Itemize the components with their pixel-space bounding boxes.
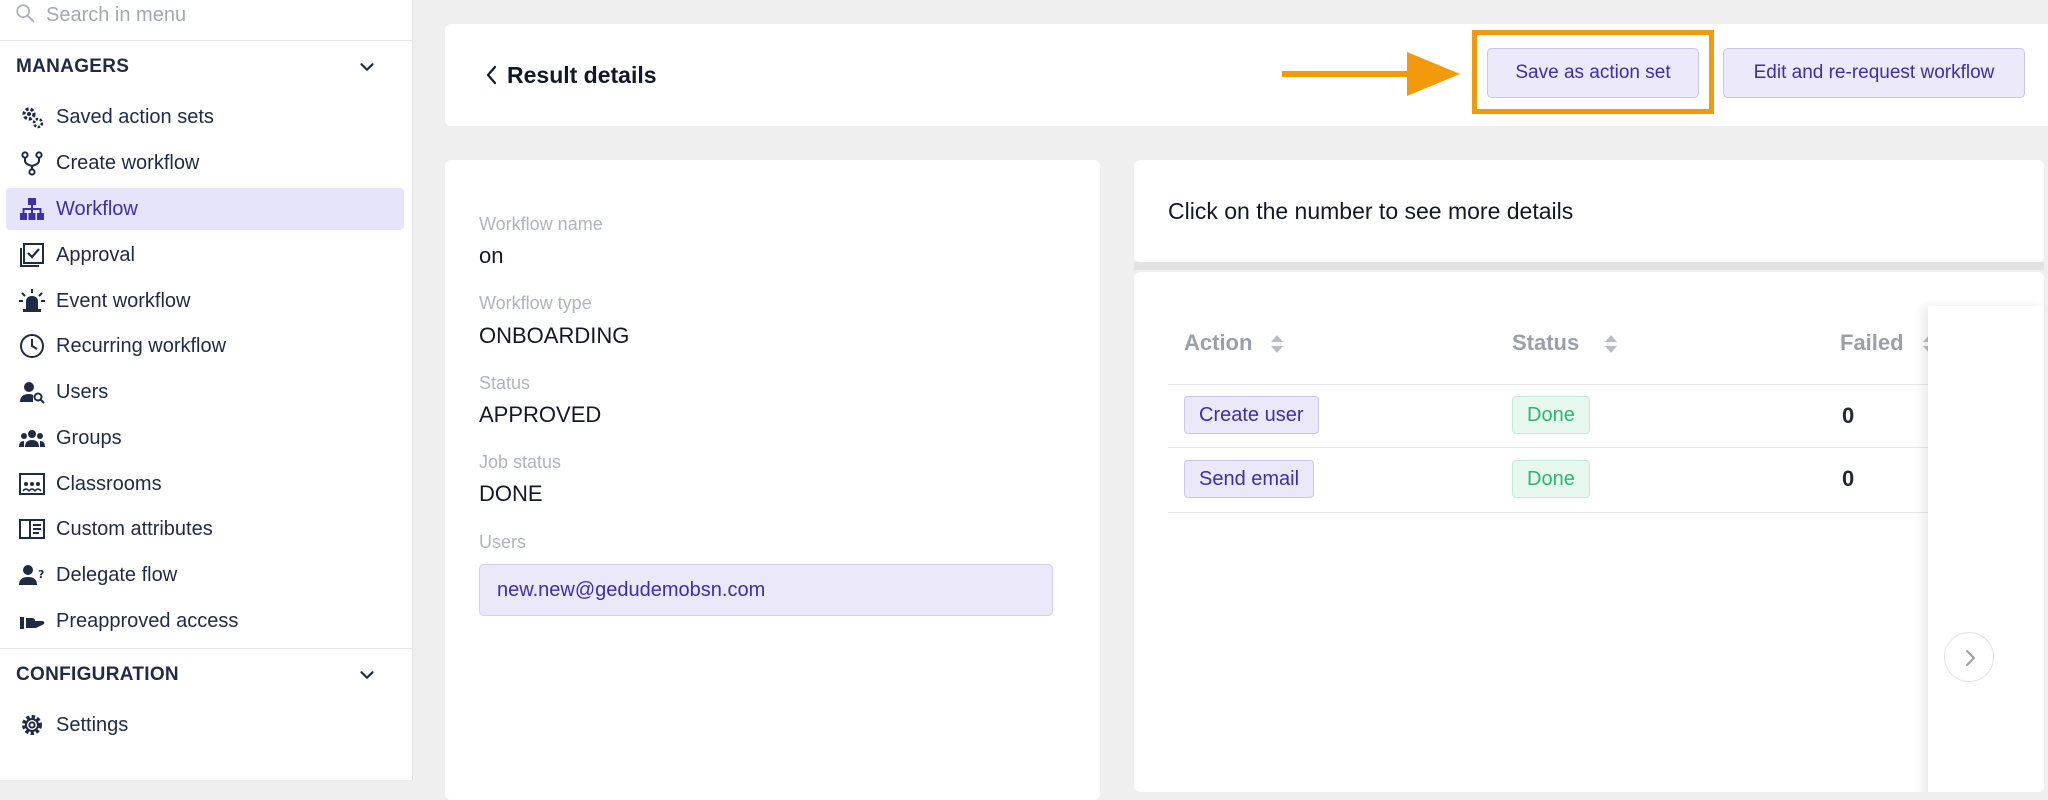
- hierarchy-icon: [20, 198, 44, 220]
- workflow-type-label: Workflow type: [479, 293, 592, 313]
- alarm-icon: [19, 289, 45, 312]
- sidebar-item-users[interactable]: Users: [6, 371, 404, 413]
- job-status-label: Job status: [479, 452, 562, 472]
- action-tag-create-user[interactable]: Create user: [1184, 396, 1319, 434]
- details-card: Workflow name on Workflow type ONBOARDIN…: [445, 160, 1100, 800]
- chevron-down-icon[interactable]: [356, 664, 378, 686]
- card-separator: [1134, 262, 2044, 270]
- row-divider: [1168, 447, 2044, 448]
- hand-icon: [20, 617, 45, 629]
- next-page-button[interactable]: [1944, 632, 1994, 682]
- chevron-down-icon[interactable]: [356, 56, 378, 78]
- results-table: Action Status Failed Create user Done 0 …: [1134, 272, 2044, 792]
- section-managers[interactable]: MANAGERS: [0, 42, 412, 92]
- sidebar-item-label: Approval: [56, 243, 135, 266]
- status-badge: Done: [1512, 460, 1590, 498]
- sidebar-item-label: Delegate flow: [56, 563, 178, 586]
- gear-icon: [22, 715, 42, 735]
- failed-count[interactable]: 0: [1842, 466, 1854, 492]
- status-value: APPROVED: [479, 402, 602, 427]
- workflow-name-value: on: [479, 243, 504, 268]
- user-email: new.new@gedudemobsn.com: [497, 579, 766, 601]
- sidebar-item-create-workflow[interactable]: Create workflow: [6, 142, 404, 184]
- sidebar-item-custom-attributes[interactable]: Custom attributes: [6, 508, 404, 550]
- edit-and-rerequest-button[interactable]: Edit and re-request workflow: [1723, 48, 2025, 98]
- attributes-icon: [19, 519, 45, 539]
- job-status-value: DONE: [479, 481, 543, 506]
- header-card: Result details Save as action set Edit a…: [445, 24, 2048, 126]
- approval-icon: [20, 243, 44, 267]
- sidebar-item-label: Recurring workflow: [56, 334, 227, 357]
- sidebar-item-label: Saved action sets: [56, 105, 214, 128]
- sidebar-item-label: Users: [56, 380, 109, 403]
- section-title: CONFIGURATION: [16, 664, 179, 685]
- sidebar-item-recurring-workflow[interactable]: Recurring workflow: [6, 325, 404, 367]
- section-title: MANAGERS: [16, 56, 130, 77]
- sidebar-item-label: Custom attributes: [56, 517, 213, 540]
- sidebar-item-label: Classrooms: [56, 472, 162, 495]
- arrow-annotation-icon: [1282, 52, 1460, 96]
- sidebar-item-settings[interactable]: Settings: [6, 704, 404, 746]
- sidebar-item-approval[interactable]: Approval: [6, 234, 404, 276]
- row-divider: [1168, 384, 2044, 385]
- sidebar-item-preapproved-access[interactable]: Preapproved access: [6, 600, 404, 642]
- sidebar-item-label: Create workflow: [56, 151, 200, 174]
- chevron-right-icon: [1966, 650, 1975, 666]
- section-configuration[interactable]: CONFIGURATION: [0, 650, 412, 700]
- sort-icon[interactable]: [1604, 332, 1618, 356]
- group-icon: [19, 430, 45, 447]
- search-icon: [16, 4, 35, 23]
- sidebar: MANAGERS Saved action sets Create workfl…: [0, 0, 413, 780]
- users-label: Users: [479, 532, 527, 552]
- table-overflow-panel: [1928, 306, 2044, 792]
- chevron-left-icon[interactable]: [481, 62, 503, 88]
- gears-icon: [22, 107, 44, 129]
- status-label: Status: [479, 373, 531, 393]
- status-badge: Done: [1512, 396, 1590, 434]
- sidebar-item-delegate-flow[interactable]: ? Delegate flow: [6, 554, 404, 596]
- sidebar-item-classrooms[interactable]: Classrooms: [6, 463, 404, 505]
- sidebar-item-groups[interactable]: Groups: [6, 417, 404, 459]
- column-header-action[interactable]: Action: [1184, 330, 1252, 356]
- row-divider: [1168, 512, 2044, 513]
- action-tag-send-email[interactable]: Send email: [1184, 460, 1315, 498]
- workflow-name-label: Workflow name: [479, 214, 603, 234]
- clock-icon: [20, 334, 44, 358]
- classroom-icon: [19, 473, 45, 495]
- sidebar-item-label: Settings: [56, 713, 129, 736]
- divider: [0, 648, 412, 649]
- sidebar-item-label: Event workflow: [56, 289, 191, 312]
- sidebar-item-label: Groups: [56, 426, 122, 449]
- delegate-icon: ?: [19, 565, 44, 585]
- column-header-failed[interactable]: Failed: [1840, 330, 1904, 356]
- page-title: Result details: [507, 62, 657, 88]
- column-header-status[interactable]: Status: [1512, 330, 1579, 356]
- user-search-icon: [20, 382, 45, 404]
- sidebar-item-label: Workflow: [56, 197, 138, 220]
- hint-card: Click on the number to see more details: [1134, 160, 2044, 262]
- fork-icon: [21, 151, 43, 176]
- hint-text: Click on the number to see more details: [1168, 198, 1574, 224]
- failed-count[interactable]: 0: [1842, 403, 1854, 429]
- search-input[interactable]: [46, 0, 386, 30]
- sidebar-item-event-workflow[interactable]: Event workflow: [6, 280, 404, 322]
- sidebar-item-workflow[interactable]: Workflow: [6, 188, 404, 230]
- sidebar-item-label: Preapproved access: [56, 609, 239, 632]
- svg-text:?: ?: [38, 568, 44, 581]
- search-row: [0, 0, 412, 41]
- workflow-type-value: ONBOARDING: [479, 323, 630, 348]
- user-chip[interactable]: new.new@gedudemobsn.com: [479, 564, 1053, 616]
- sidebar-item-saved-action-sets[interactable]: Saved action sets: [6, 96, 404, 138]
- sort-icon[interactable]: [1270, 332, 1284, 356]
- highlight-box: [1472, 30, 1714, 114]
